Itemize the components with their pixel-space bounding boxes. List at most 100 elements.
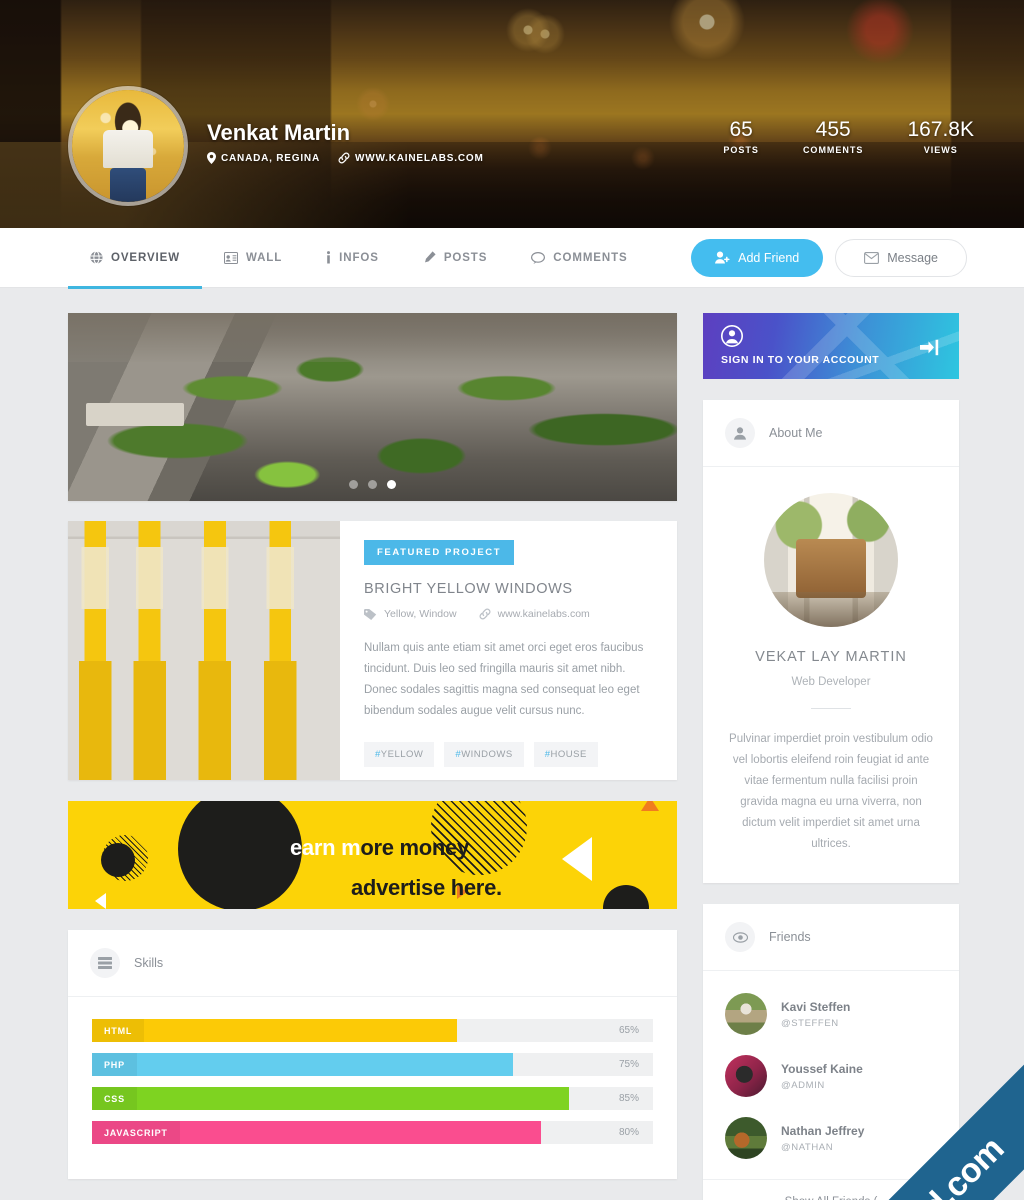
list-item[interactable]: Kavi Steffen @STEFFEN bbox=[703, 983, 959, 1045]
info-icon bbox=[327, 251, 331, 264]
stat-posts-label: POSTS bbox=[723, 145, 759, 155]
about-name: VEKAT LAY MARTIN bbox=[755, 649, 907, 665]
tag-windows[interactable]: #WINDOWS bbox=[444, 742, 524, 767]
about-role: Web Developer bbox=[791, 676, 871, 688]
project-body: FEATURED PROJECT BRIGHT YELLOW WINDOWS Y… bbox=[340, 521, 677, 780]
skill-bar-javascript: JAVASCRIPT bbox=[92, 1121, 541, 1144]
sidebar: SIGN IN TO YOUR ACCOUNT About Me VEKAT L… bbox=[703, 313, 959, 1200]
skill-percent-html: 65% bbox=[618, 1025, 639, 1036]
tab-comments[interactable]: COMMENTS bbox=[509, 228, 649, 288]
advertisement-banner[interactable]: earn more money advertise here. bbox=[68, 801, 677, 909]
tab-wall[interactable]: WALL bbox=[202, 228, 304, 288]
add-user-icon bbox=[715, 251, 730, 264]
project-description: Nullam quis ante etiam sit amet orci ege… bbox=[364, 642, 644, 717]
project-categories: Yellow, Window bbox=[364, 608, 457, 620]
skill-name-css: CSS bbox=[92, 1087, 137, 1110]
list-icon bbox=[98, 957, 112, 969]
ad-orange-triangle-2 bbox=[641, 801, 659, 811]
ad-headline: earn more money bbox=[290, 835, 469, 861]
stat-posts-value: 65 bbox=[729, 118, 753, 141]
carousel-dots bbox=[68, 480, 677, 489]
tab-posts-label: POSTS bbox=[443, 251, 488, 264]
avatar-image bbox=[72, 90, 184, 202]
profile-avatar[interactable] bbox=[68, 86, 188, 206]
show-all-friends-link[interactable]: Show All Friends ( bbox=[703, 1179, 959, 1200]
cover-header: Venkat Martin CANADA, REGINA WWW.KAINELA… bbox=[0, 0, 1024, 228]
link-icon bbox=[479, 608, 491, 620]
tab-overview-label: OVERVIEW bbox=[111, 251, 180, 264]
tab-overview[interactable]: OVERVIEW bbox=[68, 228, 202, 289]
skill-bar-html: HTML bbox=[92, 1019, 457, 1042]
profile-website[interactable]: WWW.KAINELABS.COM bbox=[338, 152, 484, 164]
friends-list: Kavi Steffen @STEFFEN Youssef Kaine @ADM… bbox=[703, 971, 959, 1179]
tag-house[interactable]: #HOUSE bbox=[533, 742, 598, 767]
signin-arrow-icon-wrap bbox=[920, 339, 939, 361]
message-label: Message bbox=[887, 250, 938, 265]
main-column: FEATURED PROJECT BRIGHT YELLOW WINDOWS Y… bbox=[68, 313, 677, 1200]
project-meta: Yellow, Window www.kainelabs.com bbox=[364, 608, 653, 620]
profile-stats: 65 POSTS 455 COMMENTS 167.8K VIEWS bbox=[723, 118, 974, 155]
carousel-image bbox=[68, 313, 677, 501]
friends-header: Friends bbox=[703, 904, 959, 971]
profile-page: Venkat Martin CANADA, REGINA WWW.KAINELA… bbox=[0, 0, 1024, 1200]
list-item[interactable]: Youssef Kaine @ADMIN bbox=[703, 1045, 959, 1107]
about-title: About Me bbox=[769, 426, 823, 440]
ad-black-circle bbox=[178, 801, 302, 909]
tab-infos-label: INFOS bbox=[339, 251, 379, 264]
signin-user-icon-wrap bbox=[721, 325, 743, 352]
eye-icon bbox=[732, 931, 748, 943]
tag-icon bbox=[364, 608, 377, 620]
stat-views-label: VIEWS bbox=[923, 145, 958, 155]
list-item[interactable]: Nathan Jeffrey @NATHAN bbox=[703, 1107, 959, 1169]
friend-name: Nathan Jeffrey bbox=[781, 1123, 865, 1138]
avatar bbox=[725, 1055, 767, 1097]
user-circle-icon bbox=[721, 325, 743, 347]
message-button[interactable]: Message bbox=[835, 238, 967, 277]
friend-info: Youssef Kaine @ADMIN bbox=[781, 1062, 863, 1091]
project-image bbox=[68, 521, 340, 780]
tag-yellow[interactable]: #YELLOW bbox=[364, 742, 435, 767]
about-me-card: About Me VEKAT LAY MARTIN Web Developer … bbox=[703, 400, 959, 883]
add-friend-button[interactable]: Add Friend bbox=[691, 238, 824, 277]
project-link[interactable]: www.kainelabs.com bbox=[479, 608, 590, 620]
tag-yellow-label: YELLOW bbox=[380, 749, 424, 760]
photo-carousel[interactable] bbox=[68, 313, 677, 501]
ad-white-triangle bbox=[562, 837, 592, 881]
page-content: FEATURED PROJECT BRIGHT YELLOW WINDOWS Y… bbox=[0, 288, 1024, 1200]
friend-name: Kavi Steffen bbox=[781, 999, 851, 1014]
about-divider bbox=[811, 708, 851, 709]
pencil-icon bbox=[424, 251, 436, 263]
stat-views: 167.8K VIEWS bbox=[907, 118, 974, 155]
stat-views-value: 167.8K bbox=[907, 118, 974, 141]
skill-bar-css: CSS bbox=[92, 1087, 569, 1110]
carousel-dot-2[interactable] bbox=[368, 480, 377, 489]
skill-row-javascript: JAVASCRIPT 80% bbox=[92, 1121, 653, 1144]
signin-banner[interactable]: SIGN IN TO YOUR ACCOUNT bbox=[703, 313, 959, 379]
carousel-dot-3[interactable] bbox=[387, 480, 396, 489]
friend-handle: @STEFFEN bbox=[781, 1017, 839, 1029]
featured-badge: FEATURED PROJECT bbox=[364, 540, 515, 565]
carousel-dot-1[interactable] bbox=[349, 480, 358, 489]
profile-navbar: OVERVIEW WALL INFOS POSTS COMMENTS Add F… bbox=[0, 228, 1024, 289]
about-text: Pulvinar imperdiet proin vestibulum odio… bbox=[729, 733, 933, 850]
map-pin-icon bbox=[207, 152, 216, 164]
featured-project-card: FEATURED PROJECT BRIGHT YELLOW WINDOWS Y… bbox=[68, 521, 677, 780]
tab-wall-label: WALL bbox=[245, 251, 283, 264]
skill-percent-php: 75% bbox=[618, 1059, 639, 1070]
login-arrow-icon bbox=[920, 339, 939, 356]
profile-tabs: OVERVIEW WALL INFOS POSTS COMMENTS bbox=[68, 228, 650, 289]
profile-actions: Add Friend Message bbox=[691, 238, 967, 277]
card-icon-wrap bbox=[725, 418, 755, 448]
skills-title: Skills bbox=[134, 956, 164, 970]
project-title: BRIGHT YELLOW WINDOWS bbox=[364, 581, 573, 597]
skill-name-php: PHP bbox=[92, 1053, 137, 1076]
user-icon bbox=[734, 426, 746, 440]
tab-infos[interactable]: INFOS bbox=[304, 228, 401, 288]
stat-comments: 455 COMMENTS bbox=[803, 118, 864, 155]
tab-posts[interactable]: POSTS bbox=[401, 228, 509, 288]
link-icon bbox=[338, 152, 350, 164]
card-icon-wrap bbox=[90, 948, 120, 978]
tag-house-label: HOUSE bbox=[550, 749, 587, 760]
avatar bbox=[725, 1117, 767, 1159]
tab-comments-label: COMMENTS bbox=[553, 251, 628, 264]
